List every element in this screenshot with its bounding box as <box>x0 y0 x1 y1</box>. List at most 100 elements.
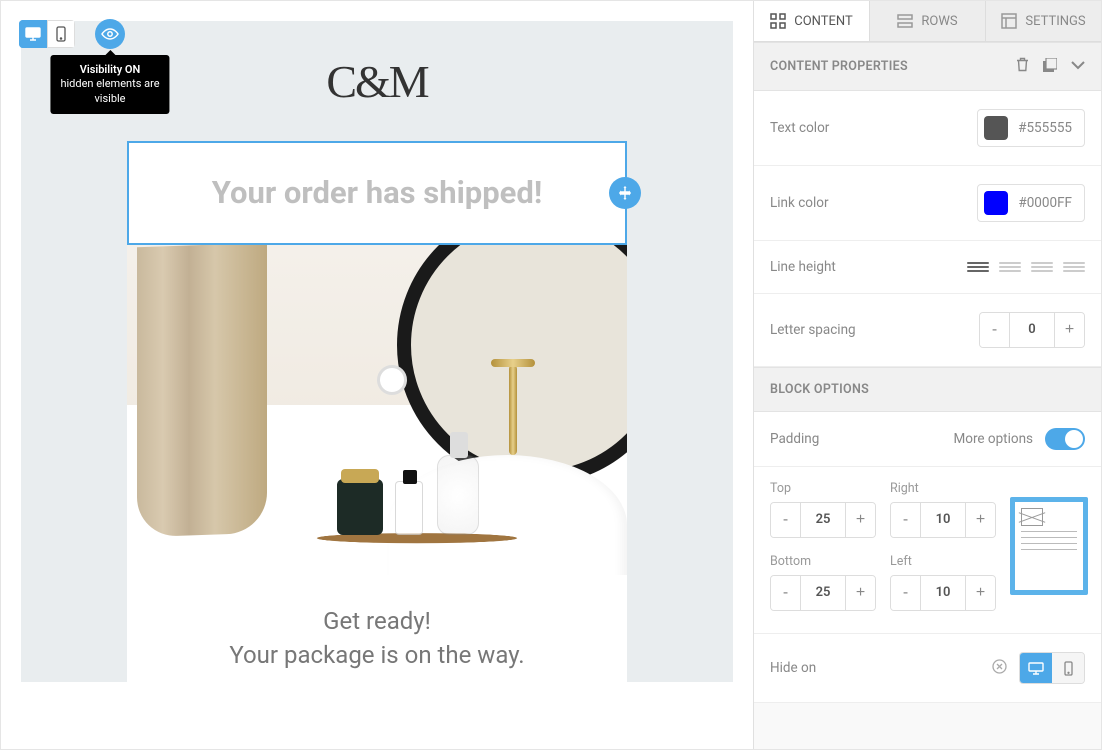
tooltip-title: Visibility ON <box>60 63 159 77</box>
letter-spacing-row: Letter spacing - 0 + <box>754 294 1101 367</box>
line-height-tight[interactable] <box>967 262 989 272</box>
link-color-row: Link color #0000FF <box>754 166 1101 241</box>
tooltip-line: hidden elements are <box>60 77 159 91</box>
stepper-decrease[interactable]: - <box>980 313 1010 347</box>
stepper-decrease[interactable]: - <box>891 576 921 610</box>
stepper-decrease[interactable]: - <box>771 503 801 537</box>
properties-panel: CONTENT ROWS SETTINGS CONTENT PROPERTIES <box>753 1 1101 749</box>
visibility-tooltip: Visibility ON hidden elements are visibl… <box>50 55 169 114</box>
clear-icon <box>992 659 1007 674</box>
stepper-decrease[interactable]: - <box>771 576 801 610</box>
padding-row: Padding More options <box>754 412 1101 467</box>
field-label: Top <box>770 481 876 496</box>
padding-controls: Top - 25 + Right - 10 + <box>754 467 1101 634</box>
collapse-button[interactable] <box>1071 59 1085 74</box>
text-color-picker[interactable]: #555555 <box>977 109 1085 147</box>
stepper-increase[interactable]: + <box>845 576 875 610</box>
color-swatch <box>984 191 1008 215</box>
grid-icon <box>770 13 786 29</box>
hide-on-desktop[interactable] <box>1020 653 1052 683</box>
selected-text-block[interactable]: Your order has shipped! <box>127 141 627 245</box>
rows-icon <box>897 14 913 28</box>
property-label: Line height <box>770 259 836 275</box>
padding-left-stepper: - 10 + <box>890 575 996 611</box>
more-options-toggle[interactable] <box>1045 428 1085 450</box>
padding-right-stepper: - 10 + <box>890 502 996 538</box>
text-color-row: Text color #555555 <box>754 91 1101 166</box>
tab-label: CONTENT <box>794 14 853 29</box>
stepper-increase[interactable]: + <box>965 576 995 610</box>
subtitle-line: Get ready! <box>147 605 607 639</box>
field-label: Left <box>890 554 996 569</box>
padding-bottom-field: Bottom - 25 + <box>770 554 876 611</box>
padding-left-field: Left - 10 + <box>890 554 996 611</box>
preview-toolbar: Visibility ON hidden elements are visibl… <box>19 19 125 49</box>
stepper-value[interactable]: 10 <box>921 503 965 537</box>
stepper-increase[interactable]: + <box>965 503 995 537</box>
tab-label: ROWS <box>921 14 957 29</box>
email-content-column: Your order has shipped! <box>127 141 627 682</box>
tab-settings[interactable]: SETTINGS <box>986 1 1101 41</box>
image-block[interactable] <box>127 245 627 575</box>
subtitle-block[interactable]: Get ready! Your package is on the way. <box>127 575 627 682</box>
line-height-normal[interactable] <box>999 262 1021 272</box>
content-properties-header: CONTENT PROPERTIES <box>754 42 1101 91</box>
delete-content-button[interactable] <box>1016 57 1029 76</box>
panel-tabs: CONTENT ROWS SETTINGS <box>754 1 1101 42</box>
mobile-preview-button[interactable] <box>47 20 75 48</box>
visibility-toggle-button[interactable]: Visibility ON hidden elements are visibl… <box>95 19 125 49</box>
bathroom-image <box>127 245 627 575</box>
tab-label: SETTINGS <box>1025 14 1085 29</box>
mobile-icon <box>56 26 66 42</box>
stepper-value[interactable]: 25 <box>801 576 845 610</box>
eye-icon <box>101 28 119 40</box>
field-label: Right <box>890 481 996 496</box>
tab-content[interactable]: CONTENT <box>754 1 870 41</box>
duplicate-content-button[interactable] <box>1043 58 1057 76</box>
tooltip-line: visible <box>60 92 159 106</box>
hide-on-mobile[interactable] <box>1052 653 1084 683</box>
stepper-decrease[interactable]: - <box>891 503 921 537</box>
settings-icon <box>1001 13 1017 29</box>
link-color-picker[interactable]: #0000FF <box>977 184 1085 222</box>
duplicate-icon <box>1043 58 1057 72</box>
padding-top-field: Top - 25 + <box>770 481 876 538</box>
property-label: Letter spacing <box>770 322 856 338</box>
panel-scroll[interactable]: CONTENT PROPERTIES Text color #555555 <box>754 42 1101 749</box>
canvas-area: Visibility ON hidden elements are visibl… <box>1 1 753 749</box>
hide-on-toggle <box>1019 652 1085 684</box>
stepper-increase[interactable]: + <box>1054 313 1084 347</box>
desktop-preview-button[interactable] <box>19 20 47 48</box>
property-label: Text color <box>770 120 829 136</box>
desktop-icon <box>1028 662 1044 675</box>
stepper-value[interactable]: 10 <box>921 576 965 610</box>
padding-right-field: Right - 10 + <box>890 481 996 538</box>
field-label: Bottom <box>770 554 876 569</box>
padding-preview <box>1010 497 1088 595</box>
block-options-header: BLOCK OPTIONS <box>754 367 1101 412</box>
headline-text: Your order has shipped! <box>212 174 542 211</box>
line-height-options <box>967 262 1085 272</box>
trash-icon <box>1016 57 1029 72</box>
line-height-row: Line height <box>754 241 1101 294</box>
brand-logo: C&M <box>326 55 427 108</box>
subtitle-line: Your package is on the way. <box>147 639 607 673</box>
clear-hide-button[interactable] <box>992 659 1007 678</box>
line-height-xloose[interactable] <box>1063 262 1085 272</box>
line-height-loose[interactable] <box>1031 262 1053 272</box>
hide-on-row: Hide on <box>754 634 1101 703</box>
stepper-value[interactable]: 0 <box>1010 313 1054 347</box>
stepper-value[interactable]: 25 <box>801 503 845 537</box>
property-label: Padding <box>770 431 819 447</box>
tab-rows[interactable]: ROWS <box>870 1 986 41</box>
property-label: Link color <box>770 195 829 211</box>
email-canvas[interactable]: C&M Your order has shipped! <box>21 21 733 682</box>
section-title: CONTENT PROPERTIES <box>770 59 908 74</box>
letter-spacing-stepper: - 0 + <box>979 312 1085 348</box>
padding-top-stepper: - 25 + <box>770 502 876 538</box>
more-options-label: More options <box>953 431 1033 447</box>
color-swatch <box>984 116 1008 140</box>
padding-bottom-stepper: - 25 + <box>770 575 876 611</box>
stepper-increase[interactable]: + <box>845 503 875 537</box>
move-handle[interactable] <box>609 177 641 209</box>
